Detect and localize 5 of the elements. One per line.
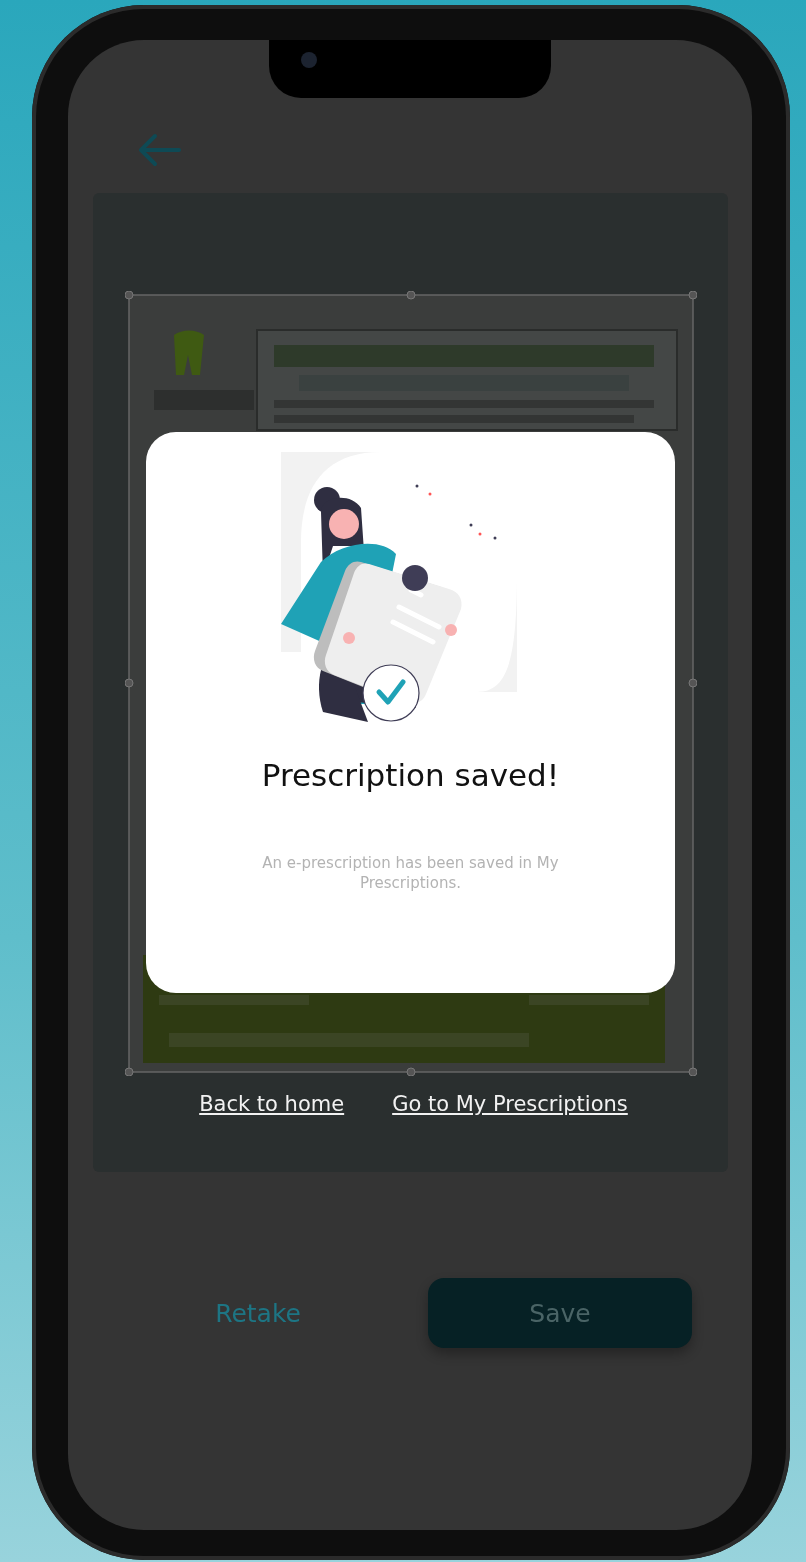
link[interactable]: Back to home: [199, 1092, 345, 1116]
camera-icon: [301, 52, 317, 68]
link[interactable]: Go to My Prescriptions: [392, 1092, 628, 1116]
dialog-title: Prescription saved!: [261, 757, 560, 793]
dialog-message: An e-prescription has been saved in My Prescriptions.: [261, 853, 560, 893]
